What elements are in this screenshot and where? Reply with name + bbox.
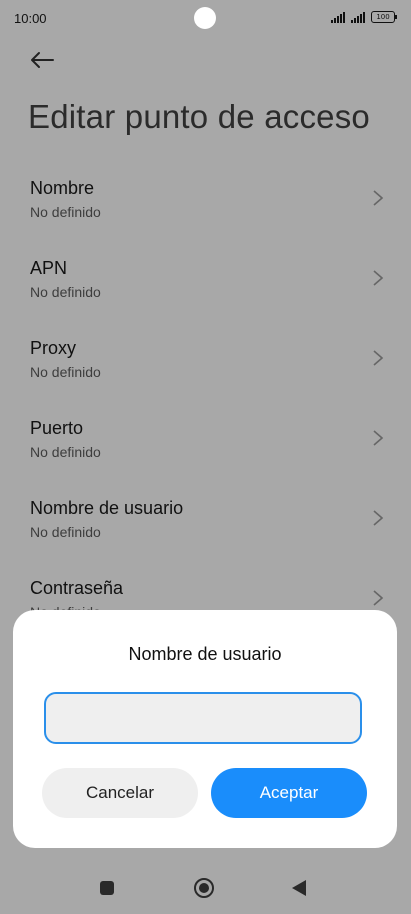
setting-row-puerto[interactable]: Puerto No definido xyxy=(0,398,411,478)
cancel-button[interactable]: Cancelar xyxy=(42,768,198,818)
setting-row-proxy[interactable]: Proxy No definido xyxy=(0,318,411,398)
setting-title: Contraseña xyxy=(30,578,124,598)
signal-icon xyxy=(351,11,365,23)
home-icon[interactable] xyxy=(194,878,214,898)
setting-value: No definido xyxy=(30,364,101,380)
status-icons: 100 xyxy=(331,11,397,23)
page-title: Editar punto de acceso xyxy=(28,98,370,135)
signal-icon xyxy=(331,11,345,23)
setting-title: Puerto xyxy=(30,418,84,438)
username-dialog: Nombre de usuario Cancelar Aceptar xyxy=(13,610,397,848)
status-time: 10:00 xyxy=(14,11,47,26)
battery-icon: 100 xyxy=(371,11,397,23)
setting-row-nombre-de-usuario[interactable]: Nombre de usuario No definido xyxy=(0,478,411,558)
accept-button[interactable]: Aceptar xyxy=(211,768,367,818)
status-bar: 10:00 100 xyxy=(0,0,411,36)
setting-title: Nombre de usuario xyxy=(30,498,184,518)
back-triangle-icon[interactable] xyxy=(292,880,306,896)
chevron-right-icon xyxy=(373,270,384,286)
chevron-right-icon xyxy=(373,350,384,366)
chevron-right-icon xyxy=(373,510,384,526)
dialog-title: Nombre de usuario xyxy=(128,644,282,664)
settings-list: Nombre No definido APN No definido Proxy… xyxy=(0,158,411,638)
chevron-right-icon xyxy=(373,190,384,206)
setting-value: No definido xyxy=(30,444,101,460)
username-input[interactable] xyxy=(44,692,362,744)
setting-value: No definido xyxy=(30,524,101,540)
back-button[interactable] xyxy=(28,46,56,74)
setting-title: Proxy xyxy=(30,338,77,358)
arrow-left-icon xyxy=(31,52,54,68)
front-camera-cutout xyxy=(194,7,216,29)
setting-row-apn[interactable]: APN No definido xyxy=(0,238,411,318)
navigation-bar xyxy=(0,860,411,914)
setting-title: APN xyxy=(30,258,68,278)
setting-value: No definido xyxy=(30,284,101,300)
setting-title: Nombre xyxy=(30,178,95,198)
recent-apps-icon[interactable] xyxy=(100,881,114,895)
setting-value: No definido xyxy=(30,204,101,220)
chevron-right-icon xyxy=(373,430,384,446)
chevron-right-icon xyxy=(373,590,384,606)
setting-row-nombre[interactable]: Nombre No definido xyxy=(0,158,411,238)
